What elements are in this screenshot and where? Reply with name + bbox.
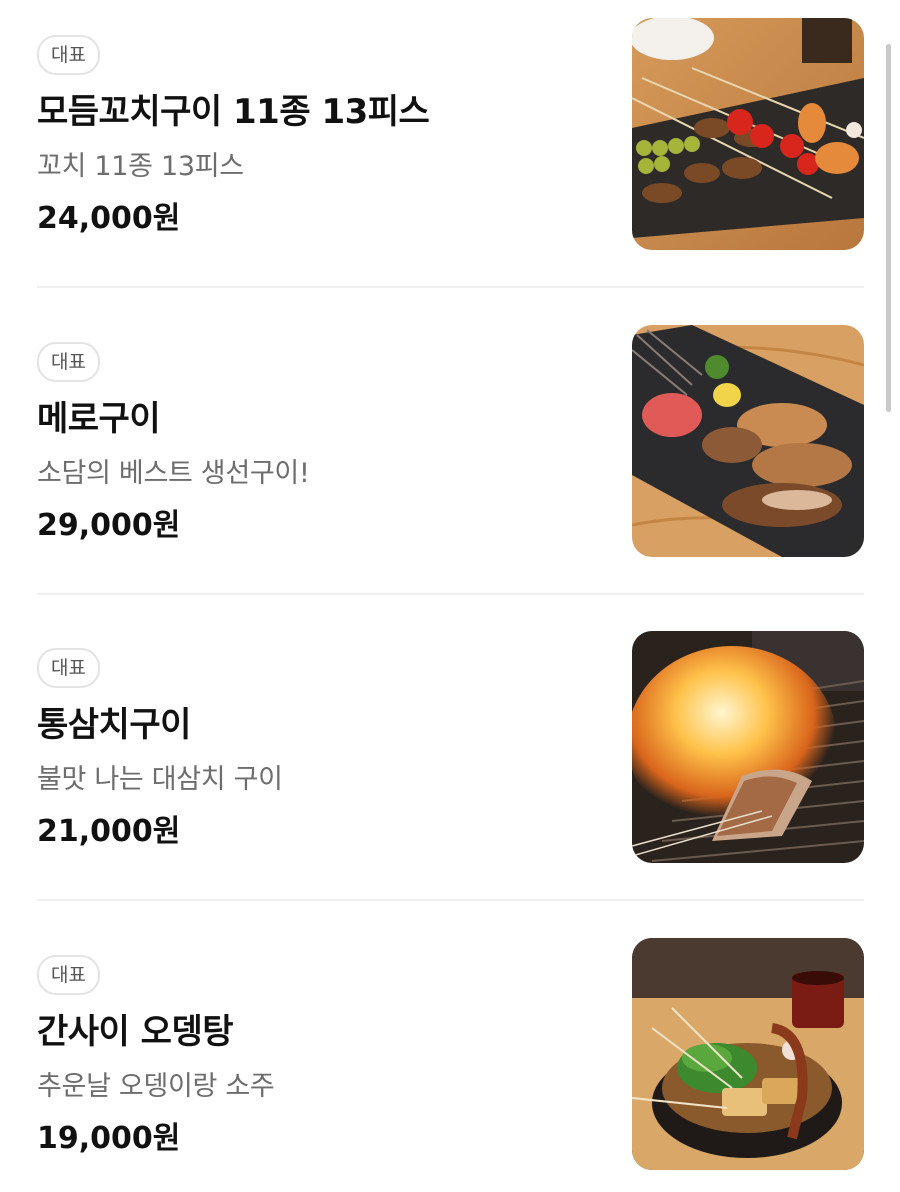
menu-item-price: 19,000원 <box>37 1121 181 1156</box>
signature-badge: 대표 <box>37 648 100 688</box>
menu-item-name: 모듬꼬치구이 11종 13피스 <box>37 92 430 132</box>
menu-item-description: 꼬치 11종 13피스 <box>37 151 244 182</box>
menu-item-name: 간사이 오뎅탕 <box>37 1012 234 1052</box>
menu-item[interactable]: 대표 메로구이 소담의 베스트 생선구이! 29,000원 <box>37 325 864 557</box>
menu-item[interactable]: 대표 통삼치구이 불맛 나는 대삼치 구이 21,000원 <box>37 631 864 863</box>
signature-badge: 대표 <box>37 35 100 75</box>
menu-item-name: 메로구이 <box>37 399 161 439</box>
menu-item-description: 불맛 나는 대삼치 구이 <box>37 764 283 795</box>
scrollbar[interactable] <box>886 44 891 412</box>
menu-item-photo[interactable] <box>632 18 864 250</box>
menu-item[interactable]: 대표 간사이 오뎅탕 추운날 오뎅이랑 소주 19,000원 <box>37 938 864 1170</box>
signature-badge: 대표 <box>37 342 100 382</box>
divider <box>37 899 864 901</box>
menu-item-photo[interactable] <box>632 325 864 557</box>
menu-item[interactable]: 대표 모듬꼬치구이 11종 13피스 꼬치 11종 13피스 24,000원 <box>37 18 864 250</box>
menu-item-price: 29,000원 <box>37 508 181 543</box>
signature-badge: 대표 <box>37 955 100 995</box>
menu-item-photo[interactable] <box>632 631 864 863</box>
menu-item-price: 21,000원 <box>37 814 181 849</box>
menu-item-description: 추운날 오뎅이랑 소주 <box>37 1071 275 1102</box>
divider <box>37 286 864 288</box>
menu-item-name: 통삼치구이 <box>37 705 191 745</box>
menu-item-price: 24,000원 <box>37 201 181 236</box>
menu-item-description: 소담의 베스트 생선구이! <box>37 458 310 489</box>
divider <box>37 593 864 595</box>
menu-item-photo[interactable] <box>632 938 864 1170</box>
